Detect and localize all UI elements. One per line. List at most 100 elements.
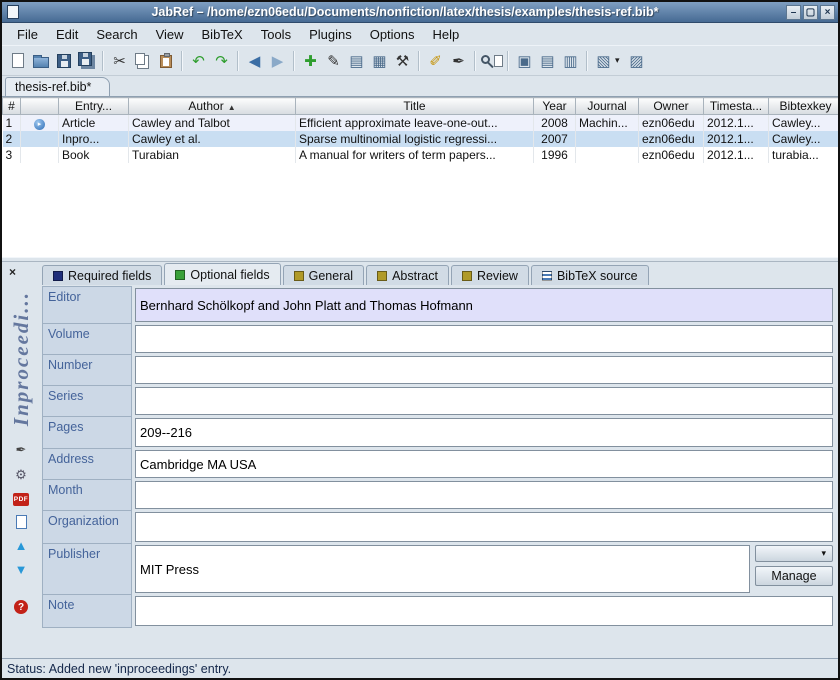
editor-field-input[interactable] bbox=[135, 288, 833, 322]
minimize-button[interactable]: – bbox=[786, 5, 801, 20]
new-subdatabase-icon[interactable]: ▣ bbox=[513, 49, 536, 72]
menu-plugins[interactable]: Plugins bbox=[300, 25, 361, 44]
manage-button[interactable]: Manage bbox=[755, 566, 833, 586]
address-field-input[interactable] bbox=[135, 450, 833, 478]
column-header-owner[interactable]: Owner bbox=[639, 98, 704, 115]
import-icon[interactable]: ▨ bbox=[625, 49, 648, 72]
tab-general[interactable]: General bbox=[283, 265, 364, 285]
url-icon[interactable]: ▸ bbox=[34, 119, 45, 130]
titlebar[interactable]: JabRef – /home/ezn06edu/Documents/nonfic… bbox=[2, 2, 838, 23]
column-header-bibtexkey[interactable]: Bibtexkey bbox=[769, 98, 839, 115]
organization-field-input[interactable] bbox=[135, 512, 833, 542]
tab-review[interactable]: Review bbox=[451, 265, 529, 285]
file-tabstrip: thesis-ref.bib* bbox=[2, 76, 838, 97]
column-header-number[interactable]: # bbox=[3, 98, 21, 115]
back-icon[interactable]: ◀ bbox=[243, 49, 266, 72]
table-row[interactable]: 1 ▸ Article Cawley and Talbot Efficient … bbox=[3, 115, 839, 131]
prev-entry-icon[interactable]: ▲ bbox=[13, 538, 29, 553]
web-search-dropdown-icon[interactable]: ▾ bbox=[615, 55, 625, 66]
menu-file[interactable]: File bbox=[8, 25, 47, 44]
new-database-icon[interactable] bbox=[6, 49, 29, 72]
cell-timestamp: 2012.1... bbox=[704, 147, 769, 163]
cleanup-icon[interactable]: ⚒ bbox=[391, 49, 414, 72]
cell-entrytype: Inpro... bbox=[59, 131, 129, 147]
month-field-input[interactable] bbox=[135, 481, 833, 509]
menu-bibtex[interactable]: BibTeX bbox=[193, 25, 252, 44]
field-label: Series bbox=[42, 385, 132, 417]
new-entry-icon[interactable]: ✚ bbox=[299, 49, 322, 72]
search-icon[interactable] bbox=[480, 49, 503, 72]
menu-tools[interactable]: Tools bbox=[252, 25, 300, 44]
publisher-field-input[interactable] bbox=[135, 545, 750, 593]
toolbar: ✂ ↶ ↷ ◀ ▶ ✚ ✎ ▤ ▦ ⚒ ✐ ✒ ▣ ▤ ▥ ▧ ▾ ▨ bbox=[2, 46, 838, 76]
maximize-button[interactable]: ▢ bbox=[803, 5, 818, 20]
tab-bibtex-source[interactable]: BibTeX source bbox=[531, 265, 649, 285]
column-header-file[interactable] bbox=[21, 98, 59, 115]
open-database-icon[interactable] bbox=[29, 49, 52, 72]
tab-optional-fields[interactable]: Optional fields bbox=[164, 263, 280, 285]
menu-help[interactable]: Help bbox=[424, 25, 469, 44]
redo-icon[interactable]: ↷ bbox=[210, 49, 233, 72]
openoffice-icon[interactable]: ▥ bbox=[559, 49, 582, 72]
entry-type-label: Inproceedi... bbox=[9, 291, 34, 426]
undo-icon[interactable]: ↶ bbox=[187, 49, 210, 72]
autoset-links-icon[interactable]: ⚙ bbox=[13, 467, 29, 483]
edit-preamble-icon[interactable]: ▦ bbox=[368, 49, 391, 72]
status-text: Status: Added new 'inproceedings' entry. bbox=[7, 662, 231, 676]
cell-bibtexkey: Cawley... bbox=[769, 115, 839, 131]
tab-required-fields[interactable]: Required fields bbox=[42, 265, 162, 285]
chevron-down-icon: ▾ bbox=[821, 548, 826, 559]
paste-icon[interactable] bbox=[154, 49, 177, 72]
mark-entries-icon[interactable]: ✐ bbox=[424, 49, 447, 72]
cell-owner: ezn06edu bbox=[639, 115, 704, 131]
column-header-title[interactable]: Title bbox=[296, 98, 534, 115]
column-header-entrytype[interactable]: Entry... bbox=[59, 98, 129, 115]
tab-abstract[interactable]: Abstract bbox=[366, 265, 449, 285]
pages-field-input[interactable] bbox=[135, 418, 833, 447]
column-header-author[interactable]: Author▲ bbox=[129, 98, 296, 115]
close-button[interactable]: × bbox=[820, 5, 835, 20]
field-row-month: Month bbox=[42, 479, 834, 511]
column-header-timestamp[interactable]: Timesta... bbox=[704, 98, 769, 115]
window-icon bbox=[7, 5, 19, 19]
save-all-icon[interactable] bbox=[75, 49, 98, 72]
table-row-selected[interactable]: 2 Inpro... Cawley et al. Sparse multinom… bbox=[3, 131, 839, 147]
push-to-application-icon[interactable]: ▤ bbox=[536, 49, 559, 72]
column-header-journal[interactable]: Journal bbox=[576, 98, 639, 115]
open-file-icon[interactable] bbox=[13, 515, 29, 529]
close-icon[interactable]: × bbox=[5, 264, 20, 279]
menu-search[interactable]: Search bbox=[87, 25, 146, 44]
field-row-address: Address bbox=[42, 448, 834, 480]
table-row[interactable]: 3 Book Turabian A manual for writers of … bbox=[3, 147, 839, 163]
set-owner-icon[interactable]: ✒ bbox=[447, 49, 470, 72]
toolbar-separator bbox=[102, 51, 104, 71]
help-icon[interactable]: ? bbox=[14, 600, 28, 614]
menu-view[interactable]: View bbox=[147, 25, 193, 44]
web-search-icon[interactable]: ▧ bbox=[592, 49, 615, 72]
cell-title: A manual for writers of term papers... bbox=[296, 147, 534, 163]
edit-strings-icon[interactable]: ▤ bbox=[345, 49, 368, 72]
cell-author: Cawley and Talbot bbox=[129, 115, 296, 131]
note-field-input[interactable] bbox=[135, 596, 833, 626]
menu-options[interactable]: Options bbox=[361, 25, 424, 44]
copy-icon[interactable] bbox=[131, 49, 154, 72]
write-xmp-pdf-icon[interactable]: PDF bbox=[13, 493, 29, 506]
file-tab[interactable]: thesis-ref.bib* bbox=[5, 77, 110, 96]
save-database-icon[interactable] bbox=[52, 49, 75, 72]
menu-edit[interactable]: Edit bbox=[47, 25, 87, 44]
volume-field-input[interactable] bbox=[135, 325, 833, 353]
forward-icon[interactable]: ▶ bbox=[266, 49, 289, 72]
next-entry-icon[interactable]: ▼ bbox=[13, 562, 29, 577]
publisher-dropdown-button[interactable]: ▾ bbox=[755, 545, 833, 562]
edit-entry-icon[interactable]: ✎ bbox=[322, 49, 345, 72]
cut-icon[interactable]: ✂ bbox=[108, 49, 131, 72]
entry-editor: × Inproceedi... ✒ ⚙ PDF ▲ ▼ ? Required f… bbox=[2, 262, 838, 658]
field-label: Publisher bbox=[42, 543, 132, 595]
generate-key-icon[interactable]: ✒ bbox=[13, 442, 29, 458]
cell-year: 1996 bbox=[534, 147, 576, 163]
column-header-year[interactable]: Year bbox=[534, 98, 576, 115]
series-field-input[interactable] bbox=[135, 387, 833, 415]
field-row-series: Series bbox=[42, 385, 834, 417]
cell-entrytype: Book bbox=[59, 147, 129, 163]
number-field-input[interactable] bbox=[135, 356, 833, 384]
